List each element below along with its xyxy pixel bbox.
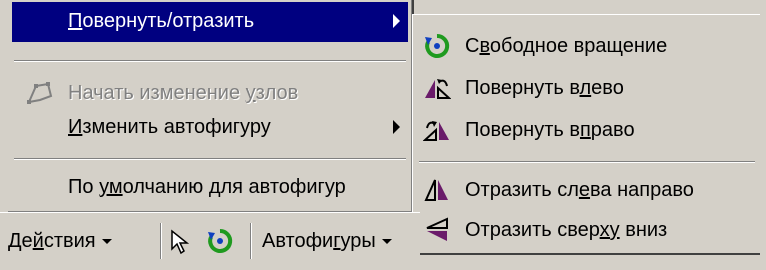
free-rotate-icon[interactable] (206, 227, 234, 255)
dropdown-arrow-icon (101, 238, 112, 244)
menu-item-label: Изменить автофигуру (68, 116, 271, 138)
menu-item-change-autoshape[interactable]: Изменить автофигуру (12, 108, 408, 148)
context-menu-draw: Повернуть/отразить Начать изменение узло… (8, 0, 414, 214)
submenu-item-free-rotate[interactable]: Свободное вращение (413, 27, 761, 65)
toolbar-separator (250, 223, 252, 259)
autoshapes-label: Автофигуры (262, 229, 376, 252)
submenu-item-label: Отразить сверху вниз (465, 219, 668, 241)
submenu-item-flip-horizontal[interactable]: Отразить слева направо (413, 171, 761, 209)
edit-points-icon (27, 82, 53, 104)
flip-horizontal-icon (424, 179, 448, 201)
rotate-left-icon (425, 79, 451, 99)
submenu-item-flip-vertical[interactable]: Отразить сверху вниз (413, 211, 761, 249)
window-edge (760, 0, 766, 269)
drawing-toolbar: Действия Автофигуры (0, 212, 420, 270)
toolbar-separator (160, 223, 162, 259)
menu-item-set-autoshape-defaults[interactable]: По умолчанию для автофигур (12, 168, 408, 208)
menu-separator (14, 60, 406, 62)
menu-separator (14, 158, 406, 160)
autoshapes-menu-button[interactable]: Автофигуры (262, 223, 392, 259)
submenu-rotate-flip: Свободное вращение Повернуть влево Повер… (412, 14, 763, 255)
menu-separator (419, 161, 755, 163)
submenu-item-label: Повернуть влево (465, 77, 624, 99)
rotate-right-icon (423, 121, 449, 141)
submenu-arrow-icon (393, 14, 400, 28)
free-rotate-icon (425, 33, 450, 58)
actions-label: Действия (8, 229, 96, 252)
menu-item-rotate-flip[interactable]: Повернуть/отразить (12, 2, 408, 42)
submenu-item-rotate-right[interactable]: Повернуть вправо (413, 111, 761, 149)
submenu-item-rotate-left[interactable]: Повернуть влево (413, 69, 761, 107)
menu-item-label: По умолчанию для автофигур (68, 176, 346, 198)
flip-vertical-icon (426, 217, 448, 241)
submenu-item-label: Свободное вращение (465, 35, 668, 57)
dropdown-arrow-icon (381, 238, 392, 244)
select-objects-icon[interactable] (170, 229, 190, 255)
submenu-item-label: Отразить слева направо (465, 179, 694, 201)
submenu-item-label: Повернуть вправо (465, 119, 635, 141)
menu-item-label: Начать изменение узлов (68, 82, 299, 104)
submenu-arrow-icon (393, 120, 400, 134)
menu-item-label: Повернуть/отразить (68, 10, 255, 32)
actions-menu-button[interactable]: Действия (8, 223, 112, 259)
